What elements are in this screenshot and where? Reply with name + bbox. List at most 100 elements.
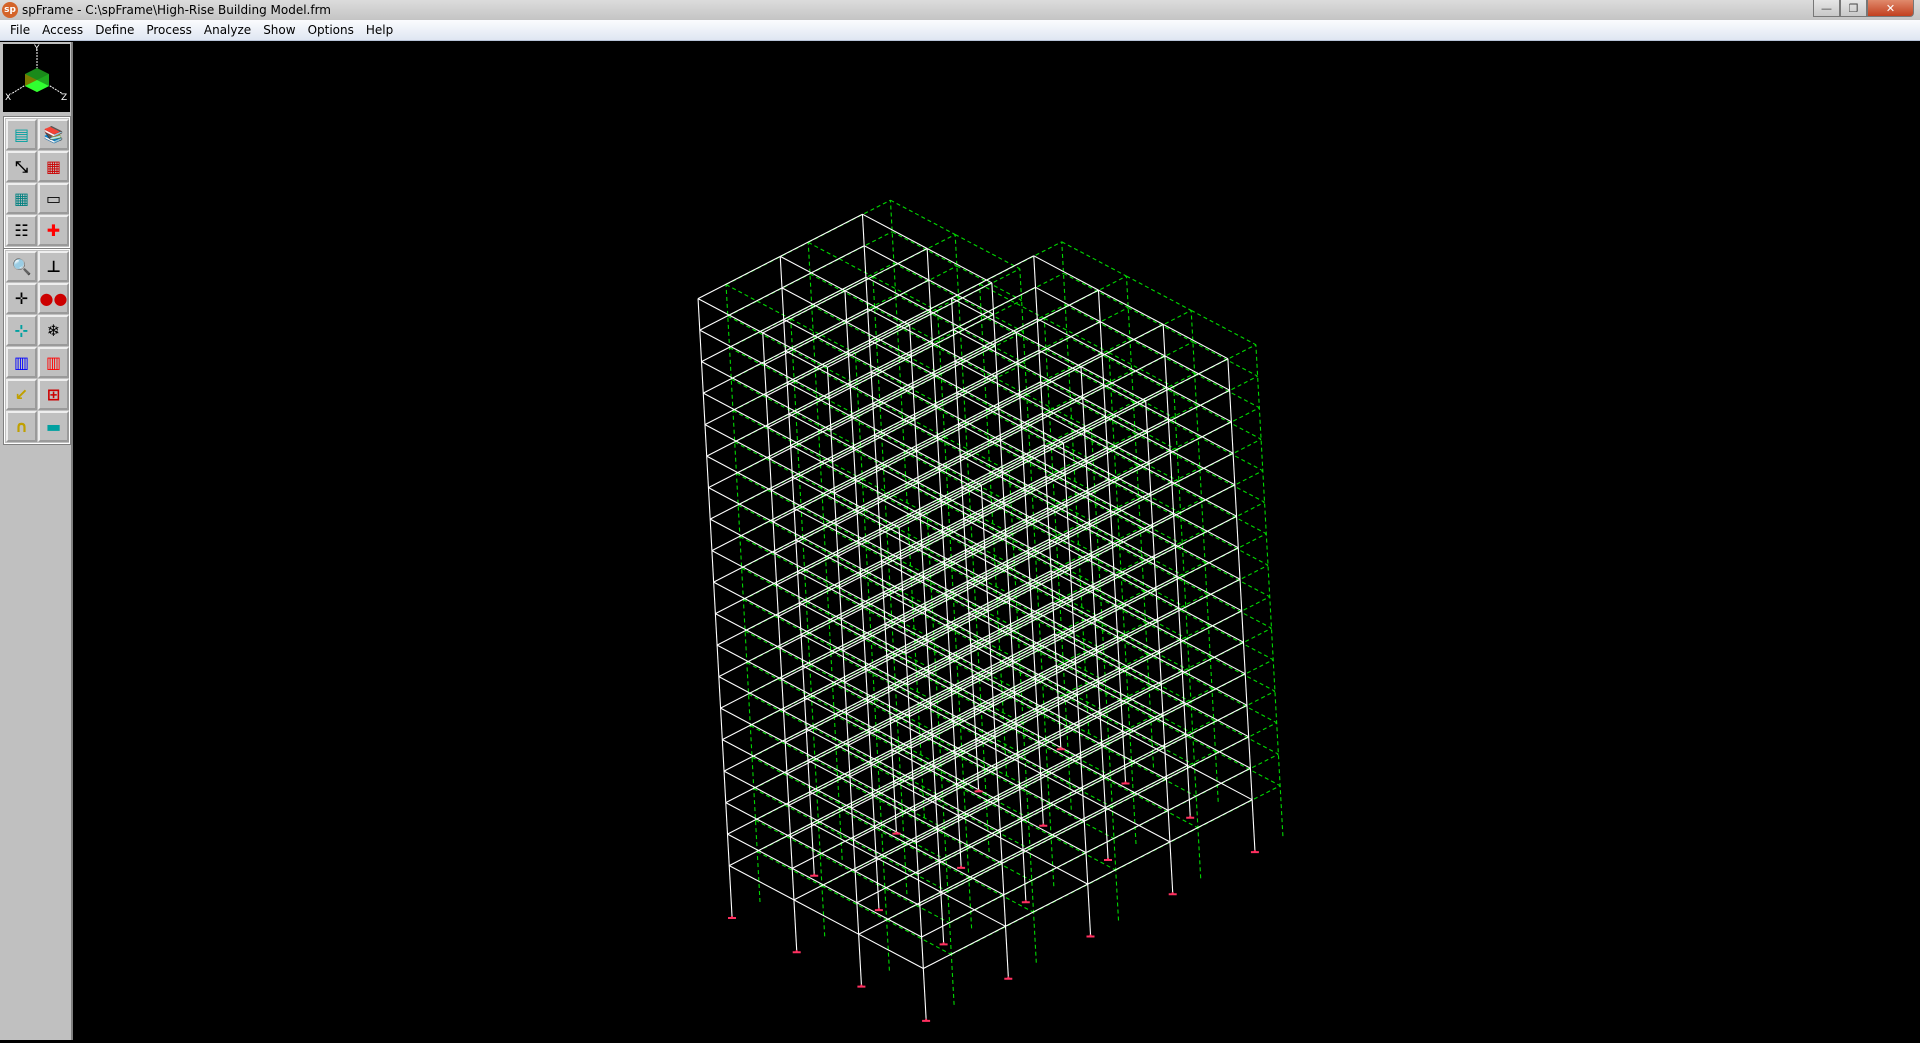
beam (1157, 578, 1241, 622)
beam (1175, 544, 1241, 580)
menu-bar: File Access Define Process Analyze Show … (0, 20, 1920, 41)
beam (711, 507, 795, 552)
glasses-view-icon: ●● (39, 289, 68, 308)
close-button[interactable]: ✕ (1867, 0, 1914, 17)
beam (779, 213, 863, 257)
monitor-icon: ▭ (45, 189, 62, 208)
axes-button[interactable]: ⊥ (38, 251, 69, 282)
beam (1033, 255, 1099, 291)
support-icon (1168, 892, 1177, 896)
red-cross-button[interactable]: ✚ (38, 215, 69, 246)
fit-page-button[interactable]: ⤡ (6, 151, 37, 182)
support-icon (728, 916, 736, 919)
beam-analytical (819, 853, 886, 890)
beam (1082, 355, 1166, 399)
toolbar: Y X Z ▤ 📚 ⤡ ▦ ▦ ▭ ☷ ✚ 🔍 ⊥ ✛ ●● ⊹ ❄ ▥ ▥ ↙ ⊞ ∩ ▬ (0, 42, 73, 1040)
axis-y-label: Y (33, 44, 40, 54)
loads-button[interactable]: ⊞ (38, 379, 69, 410)
beam-analytical (732, 410, 798, 446)
menu-show[interactable]: Show (257, 23, 301, 37)
menu-analyze[interactable]: Analyze (198, 23, 257, 37)
list-button[interactable]: ☷ (6, 215, 37, 246)
member-shrink-icon: ▬ (45, 417, 62, 436)
beam-analytical (755, 819, 821, 855)
beam-analytical (1190, 309, 1257, 346)
monitor-button[interactable]: ▭ (38, 183, 69, 214)
beam-analytical (821, 885, 887, 921)
restore-button[interactable]: ❐ (1840, 0, 1867, 17)
support-icon (810, 873, 819, 877)
beam (1017, 321, 1101, 365)
axis-triad: Y X Z (3, 44, 70, 112)
beam-analytical (730, 378, 797, 414)
beam (1005, 883, 1088, 927)
menu-access[interactable]: Access (36, 23, 89, 37)
beam (1145, 358, 1229, 402)
support-icon (1021, 900, 1030, 904)
beam (725, 759, 809, 804)
minimize-button[interactable]: — (1813, 0, 1840, 17)
beam (1085, 809, 1169, 854)
beam (1152, 484, 1236, 528)
support-icon (1086, 934, 1095, 938)
books-button[interactable]: 📚 (38, 119, 69, 150)
title-bar: sp spFrame - C:\spFrame\High-Rise Buildi… (0, 0, 1920, 20)
beam (919, 862, 1003, 906)
beam (854, 828, 938, 872)
support-icon (939, 942, 948, 946)
support-icon (1004, 976, 1013, 980)
beam (1147, 389, 1230, 433)
curve-load-button[interactable]: ∩ (6, 411, 37, 442)
menu-file[interactable]: File (4, 23, 36, 37)
beam (1164, 704, 1248, 748)
frame-blue-button[interactable]: ▥ (6, 347, 37, 378)
beam (1019, 352, 1103, 396)
explode-button[interactable]: ❄ (38, 315, 69, 346)
menu-help[interactable]: Help (360, 23, 399, 37)
column-analytical (1255, 344, 1284, 837)
beam (715, 570, 798, 615)
shrink-button[interactable]: ⊹ (6, 315, 37, 346)
frame-section-button[interactable]: ▦ (38, 151, 69, 182)
beam (718, 633, 802, 678)
beam-analytical (750, 725, 816, 761)
support-icon (1121, 781, 1130, 785)
explode-icon: ❄ (46, 321, 61, 340)
beam (699, 287, 783, 331)
menu-options[interactable]: Options (302, 23, 360, 37)
beam (940, 891, 1006, 927)
beam (702, 350, 786, 394)
member-shrink-button[interactable]: ▬ (38, 411, 69, 442)
beam-analytical (746, 662, 812, 698)
beam-analytical (743, 599, 809, 635)
app-icon: sp (2, 2, 18, 18)
beam (793, 899, 859, 935)
spreadsheet-button[interactable]: ▦ (6, 183, 37, 214)
file-cabinet-button[interactable]: ▤ (6, 119, 37, 150)
beam-analytical (890, 199, 956, 235)
support-icon (922, 1018, 931, 1022)
books-icon: 📚 (43, 125, 64, 144)
file-cabinet-icon: ▤ (13, 125, 30, 144)
frame-red-button[interactable]: ▥ (38, 347, 69, 378)
beam (706, 413, 790, 457)
menu-process[interactable]: Process (140, 23, 198, 37)
frame-model-3d[interactable] (75, 42, 1920, 1040)
beam (1161, 641, 1244, 685)
pan-button[interactable]: ✛ (6, 283, 37, 314)
select-arrow-button[interactable]: ↙ (6, 379, 37, 410)
beam-analytical (1126, 275, 1192, 311)
beam-analytical (748, 693, 814, 729)
beam (1098, 289, 1164, 325)
beam (709, 476, 793, 520)
beam (921, 894, 1005, 938)
glasses-view-button[interactable]: ●● (38, 283, 69, 314)
menu-define[interactable]: Define (89, 23, 140, 37)
model-viewport[interactable] (75, 42, 1920, 1040)
window-title: spFrame - C:\spFrame\High-Rise Building … (22, 3, 331, 17)
beam (928, 279, 994, 315)
zoom-button[interactable]: 🔍 (6, 251, 37, 282)
frame-blue-icon: ▥ (13, 353, 30, 372)
beam-analytical (725, 284, 792, 320)
curve-load-icon: ∩ (15, 417, 28, 436)
